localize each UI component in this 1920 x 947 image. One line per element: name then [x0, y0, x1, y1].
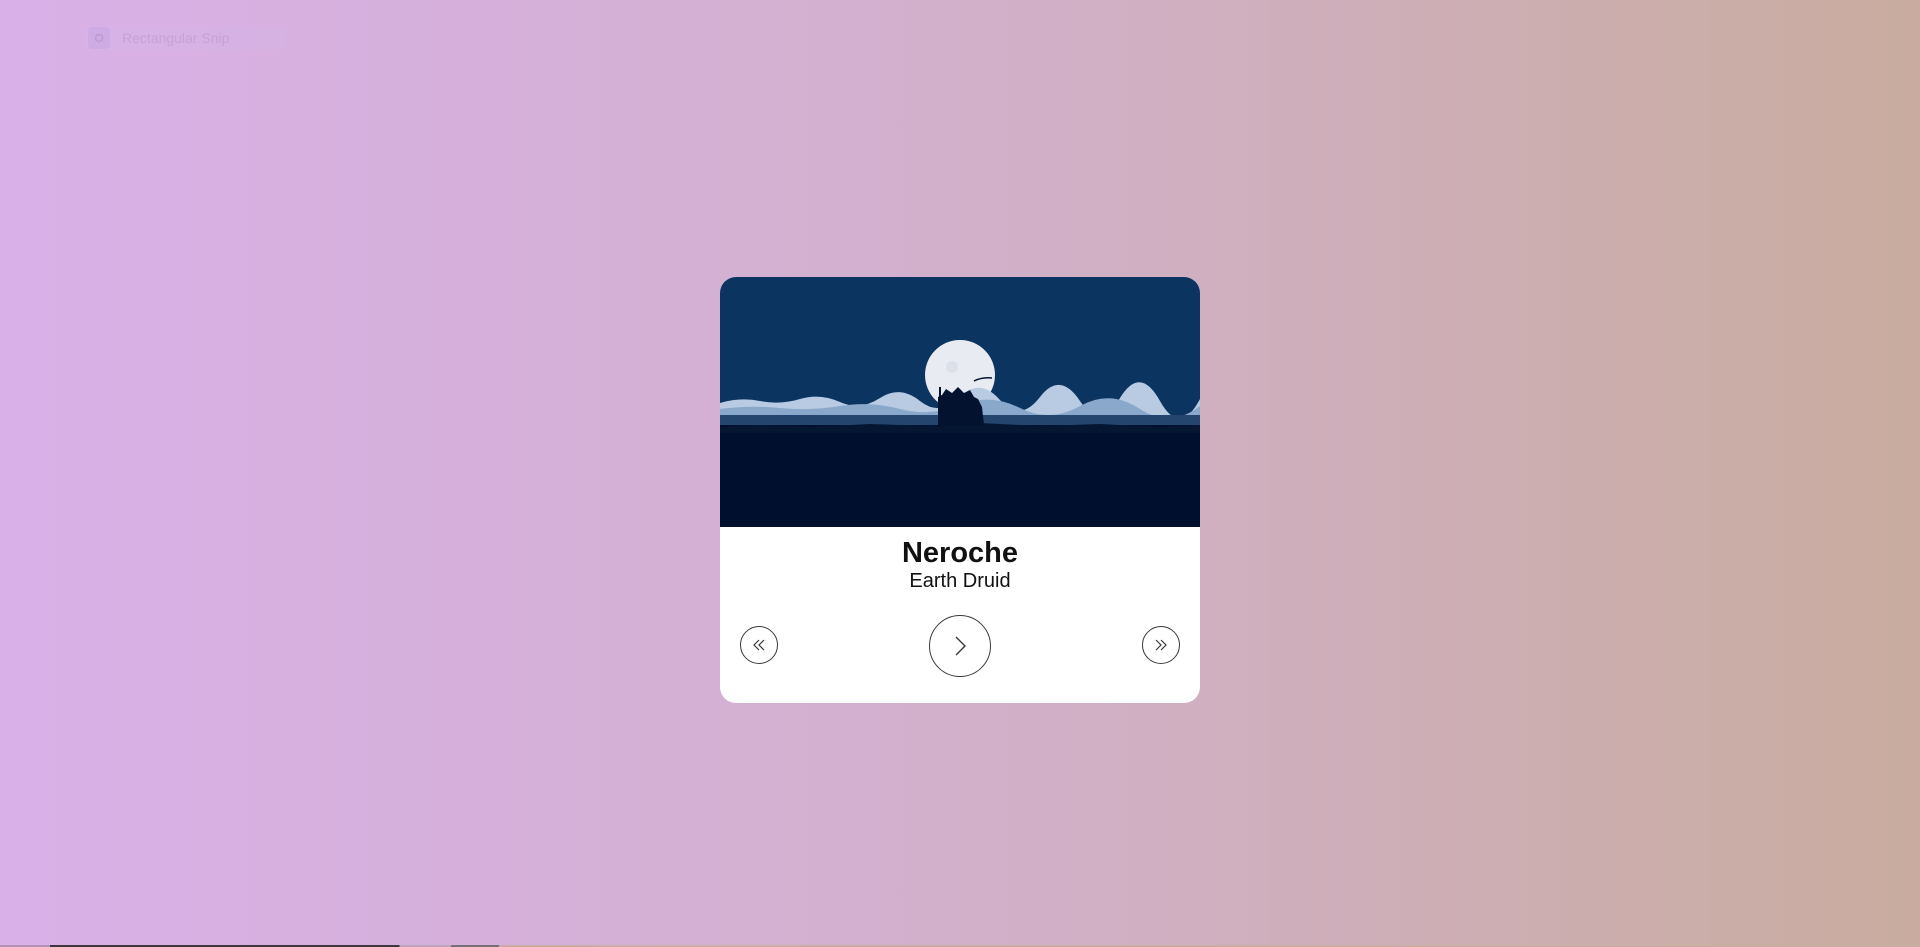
next-track-button[interactable]	[1142, 626, 1180, 664]
track-info: Neroche Earth Druid	[720, 537, 1200, 593]
double-chevron-right-icon	[1155, 639, 1167, 651]
double-chevron-left-icon	[753, 639, 765, 651]
snip-mode-icon[interactable]	[88, 27, 110, 49]
music-player-card: Neroche Earth Druid	[720, 277, 1200, 703]
previous-track-button[interactable]	[740, 626, 778, 664]
album-cover-art	[720, 277, 1200, 527]
snip-toolbar[interactable]: Rectangular Snip	[86, 26, 286, 50]
snip-mode-label: Rectangular Snip	[122, 30, 230, 46]
play-button[interactable]	[929, 615, 991, 677]
playback-controls	[720, 615, 1200, 679]
track-artist: Earth Druid	[909, 570, 1011, 592]
track-title: Neroche	[901, 537, 1019, 569]
chevron-right-icon	[955, 636, 966, 656]
